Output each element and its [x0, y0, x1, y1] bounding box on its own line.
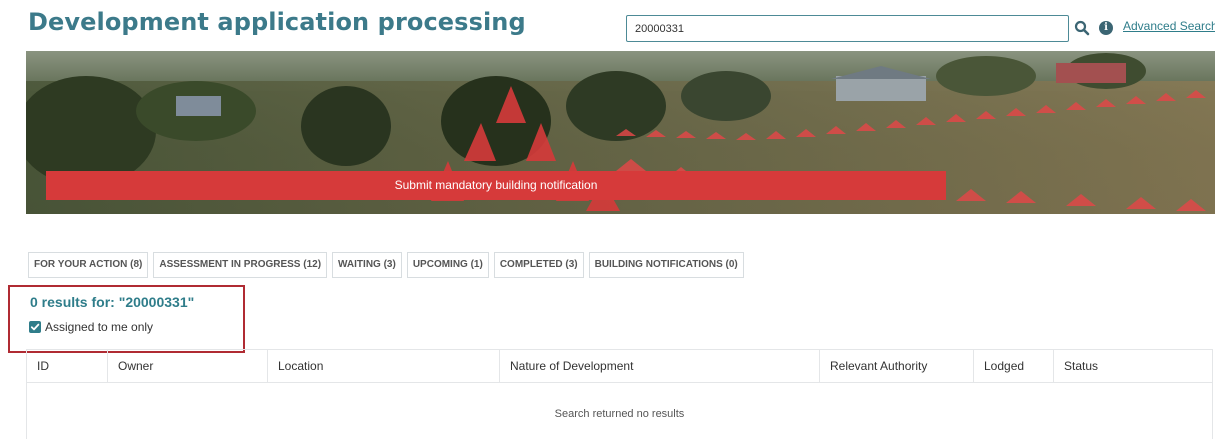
column-header-status[interactable]: Status [1053, 350, 1212, 383]
info-icon[interactable]: i [1099, 21, 1113, 35]
results-highlight-box: 0 results for: "20000331" Assigned to me… [8, 285, 245, 353]
submit-building-notification-button[interactable]: Submit mandatory building notification [46, 171, 946, 200]
column-header-owner[interactable]: Owner [107, 350, 267, 383]
results-summary: 0 results for: "20000331" [30, 294, 195, 310]
column-header-location[interactable]: Location [267, 350, 499, 383]
column-header-relevant-authority[interactable]: Relevant Authority [819, 350, 973, 383]
advanced-search-link[interactable]: Advanced Search [1123, 19, 1215, 33]
tab-for-your-action[interactable]: FOR YOUR ACTION (8) [28, 252, 149, 278]
hero-banner: Submit mandatory building notification [26, 51, 1215, 214]
column-header-lodged[interactable]: Lodged [973, 350, 1053, 383]
checkmark-icon [30, 323, 40, 331]
tab-completed[interactable]: COMPLETED (3) [493, 252, 584, 278]
assigned-checkbox[interactable] [29, 321, 41, 333]
tab-assessment-in-progress[interactable]: ASSESSMENT IN PROGRESS (12) [153, 252, 328, 278]
empty-results-message: Search returned no results [554, 408, 685, 420]
column-header-nature-of-development[interactable]: Nature of Development [499, 350, 819, 383]
tab-building-notifications[interactable]: BUILDING NOTIFICATIONS (0) [588, 252, 744, 278]
tab-waiting[interactable]: WAITING (3) [332, 252, 402, 278]
search-input[interactable] [626, 15, 1069, 42]
tab-upcoming[interactable]: UPCOMING (1) [406, 252, 489, 278]
status-tabs: FOR YOUR ACTION (8) ASSESSMENT IN PROGRE… [28, 252, 744, 278]
table-header-row: ID Owner Location Nature of Development … [27, 350, 1212, 383]
search-icon [1074, 20, 1090, 36]
results-table: ID Owner Location Nature of Development … [26, 349, 1213, 439]
assigned-to-me-filter[interactable]: Assigned to me only [29, 320, 153, 334]
column-header-id[interactable]: ID [27, 350, 107, 383]
assigned-label: Assigned to me only [45, 320, 154, 334]
search-button[interactable] [1074, 20, 1090, 36]
page-title: Development application processing [28, 8, 526, 36]
